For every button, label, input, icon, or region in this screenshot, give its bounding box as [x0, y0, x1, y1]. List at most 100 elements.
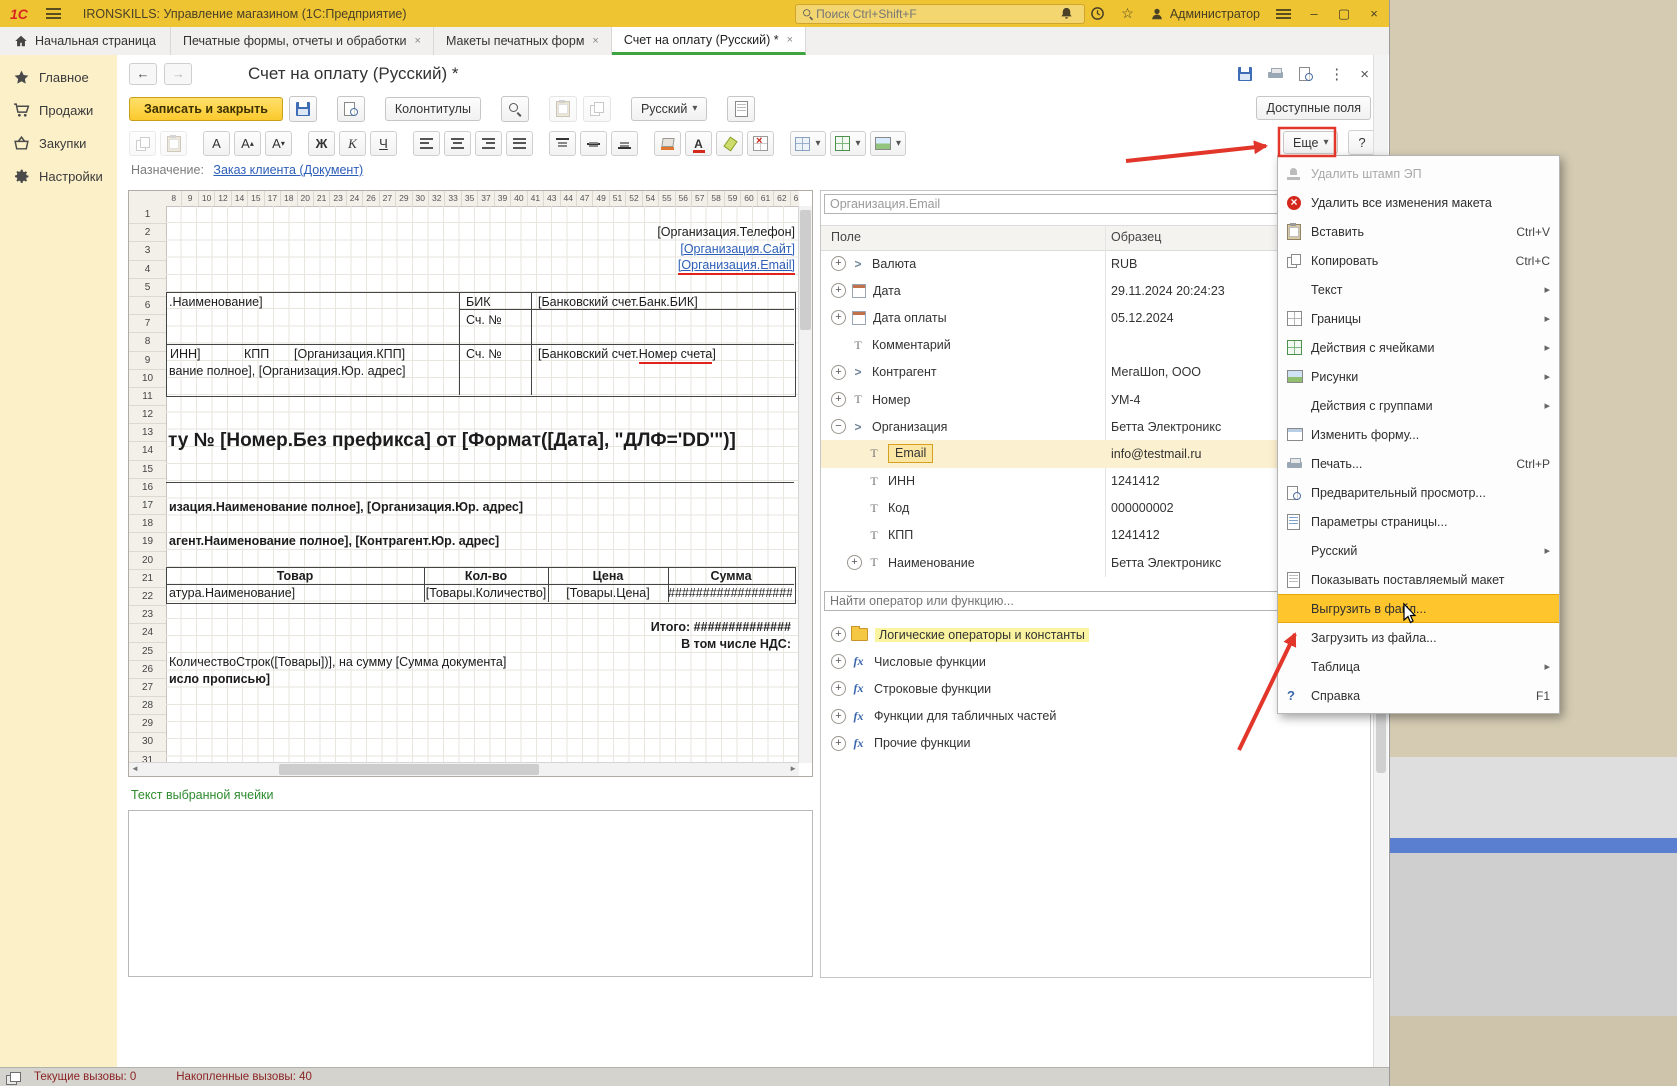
column-header-cell[interactable]: 49	[593, 191, 609, 206]
align-left-button[interactable]	[413, 131, 440, 156]
page-view-button[interactable]	[727, 96, 755, 122]
menu-item-text-submenu[interactable]: Текст ▸	[1278, 275, 1559, 304]
expand-icon[interactable]	[831, 736, 846, 751]
row-header-cell[interactable]: 4	[129, 261, 166, 279]
sheet-vertical-scrollbar[interactable]	[798, 206, 812, 763]
row-header-cell[interactable]: 15	[129, 461, 166, 479]
column-header-cell[interactable]: 44	[561, 191, 577, 206]
cell-org-site[interactable]: [Организация.Сайт]	[680, 242, 795, 256]
clear-cells-button[interactable]	[747, 131, 774, 156]
print-icon[interactable]	[1268, 68, 1283, 80]
layout-spreadsheet[interactable]: 8910121415171820212324262729303233353739…	[128, 190, 813, 777]
cell-amount-words[interactable]: исло прописью]	[169, 672, 270, 686]
save-button[interactable]	[289, 96, 317, 122]
row-header-cell[interactable]: 28	[129, 697, 166, 715]
email-field-chip[interactable]: Email	[888, 444, 933, 463]
maximize-button[interactable]: ▢	[1337, 6, 1351, 22]
menu-item-page-setup[interactable]: Параметры страницы...	[1278, 507, 1559, 536]
row-header-cell[interactable]: 22	[129, 588, 166, 606]
column-header-cell[interactable]: 63	[791, 191, 799, 206]
column-header-cell[interactable]: 30	[413, 191, 429, 206]
row-header-cell[interactable]: 9	[129, 352, 166, 370]
cell-bik-label[interactable]: БИК	[466, 295, 490, 309]
sheet-grid[interactable]: [Организация.Телефон] [Организация.Сайт]…	[166, 206, 799, 763]
font-size-up-button[interactable]: А▴	[234, 131, 261, 156]
row-header-cell[interactable]: 26	[129, 661, 166, 679]
row-header-cell[interactable]: 2	[129, 224, 166, 242]
column-header-cell[interactable]: 55	[659, 191, 675, 206]
preview-button[interactable]	[337, 96, 365, 122]
tab-print-forms[interactable]: Печатные формы, отчеты и обработки ×	[171, 27, 434, 55]
column-header-cell[interactable]: 29	[396, 191, 412, 206]
cell-account-value[interactable]: [Банковский счет.Номер счета]	[538, 347, 716, 361]
copy-format-button[interactable]	[160, 131, 187, 156]
row-header-cell[interactable]: 3	[129, 242, 166, 260]
scroll-left-icon[interactable]: ◄	[131, 763, 139, 775]
row-header-cell[interactable]: 14	[129, 442, 166, 460]
user-menu[interactable]: Администратор	[1150, 7, 1260, 21]
menu-item-table-submenu[interactable]: Таблица ▸	[1278, 652, 1559, 681]
valign-top-button[interactable]	[549, 131, 576, 156]
column-header-cell[interactable]: 62	[774, 191, 790, 206]
font-name-button[interactable]: А	[203, 131, 230, 156]
borders-dropdown[interactable]	[790, 131, 826, 156]
expand-icon[interactable]	[831, 365, 846, 380]
cell-row-product[interactable]: атура.Наименование]	[169, 586, 295, 600]
column-header-cell[interactable]: 21	[314, 191, 330, 206]
menu-item-help[interactable]: Справка F1	[1278, 681, 1559, 710]
column-header-cell[interactable]: 57	[692, 191, 708, 206]
menu-item-borders-submenu[interactable]: Границы ▸	[1278, 304, 1559, 333]
column-header-cell[interactable]: 23	[330, 191, 346, 206]
email-link-red-underlined[interactable]: [Организация.Email]	[678, 258, 795, 275]
minimize-button[interactable]: –	[1307, 6, 1321, 21]
close-document-icon[interactable]: ×	[1360, 66, 1369, 83]
copy-special-button[interactable]	[583, 96, 611, 122]
cell-total[interactable]: Итого: ##############	[651, 620, 791, 634]
cell-customer[interactable]: агент.Наименование полное], [Контрагент.…	[169, 534, 499, 548]
menu-item-show-supplied-layout[interactable]: Показывать поставляемый макет	[1278, 565, 1559, 594]
column-header-cell[interactable]: 12	[215, 191, 231, 206]
align-right-button[interactable]	[475, 131, 502, 156]
more-button[interactable]: Еще	[1283, 131, 1338, 154]
row-header-cell[interactable]: 29	[129, 715, 166, 733]
column-header-cell[interactable]: 37	[478, 191, 494, 206]
column-header-cell[interactable]: 35	[462, 191, 478, 206]
tab-invoice-active[interactable]: Счет на оплату (Русский) * ×	[612, 27, 806, 55]
copy-button[interactable]	[129, 131, 156, 156]
row-header-cell[interactable]: 8	[129, 333, 166, 351]
menu-item-delete-layout-changes[interactable]: Удалить все изменения макета	[1278, 188, 1559, 217]
cell-vat[interactable]: В том числе НДС:	[681, 637, 791, 651]
menu-item-print-preview[interactable]: Предварительный просмотр...	[1278, 478, 1559, 507]
column-header-cell[interactable]: 8	[166, 191, 182, 206]
sidebar-item-settings[interactable]: Настройки	[0, 160, 117, 193]
function-group-other[interactable]: Прочие функции	[821, 730, 1370, 757]
column-header-cell[interactable]: 54	[643, 191, 659, 206]
row-header-cell[interactable]: 20	[129, 552, 166, 570]
row-header-cell[interactable]: 12	[129, 406, 166, 424]
column-header-cell[interactable]: 60	[741, 191, 757, 206]
row-header-cell[interactable]: 23	[129, 606, 166, 624]
fill-color-button[interactable]	[654, 131, 681, 156]
column-header-cell[interactable]: 18	[281, 191, 297, 206]
menu-item-export-to-file[interactable]: Выгрузить в файл...	[1278, 594, 1559, 623]
forward-button[interactable]: →	[164, 63, 192, 85]
cell-row-sum[interactable]: ####################	[668, 586, 792, 600]
cell-org-fullname[interactable]: вание полное], [Организация.Юр. адрес]	[169, 364, 405, 378]
menu-item-edit-form[interactable]: Изменить форму...	[1278, 420, 1559, 449]
bold-button[interactable]: Ж	[308, 131, 335, 156]
selected-cell-text-box[interactable]	[128, 810, 813, 977]
menu-item-cell-actions-submenu[interactable]: Действия с ячейками ▸	[1278, 333, 1559, 362]
row-header-cell[interactable]: 18	[129, 515, 166, 533]
cell-bank-name[interactable]: .Наименование]	[169, 295, 263, 309]
column-header-cell[interactable]: 51	[610, 191, 626, 206]
menu-item-print[interactable]: Печать... Ctrl+P	[1278, 449, 1559, 478]
row-header-cell[interactable]: 1	[129, 206, 166, 224]
headers-footers-button[interactable]: Колонтитулы	[385, 97, 481, 121]
expand-icon[interactable]	[831, 392, 846, 407]
row-header-cell[interactable]: 7	[129, 315, 166, 333]
help-button[interactable]: ?	[1348, 130, 1375, 155]
font-color-button[interactable]	[685, 131, 712, 156]
menu-item-pictures-submenu[interactable]: Рисунки ▸	[1278, 362, 1559, 391]
cell-row-price[interactable]: [Товары.Цена]	[548, 586, 668, 600]
column-header-cell[interactable]: 24	[347, 191, 363, 206]
